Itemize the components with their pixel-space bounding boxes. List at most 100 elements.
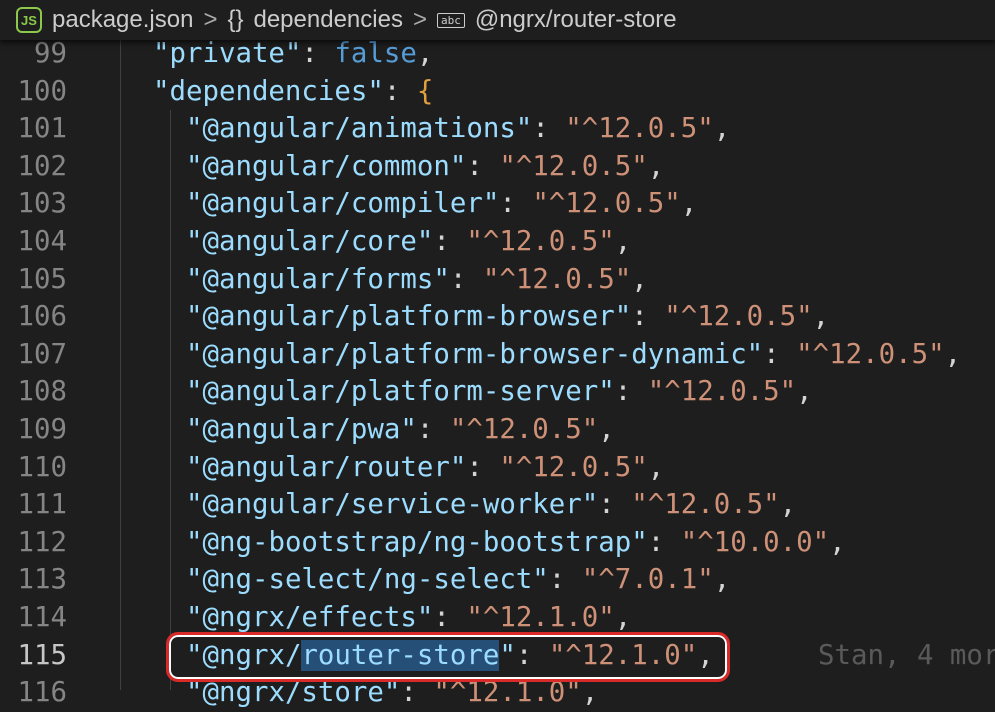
punctuation: , xyxy=(647,150,665,182)
code-text: "@angular/platform-browser-dynamic": "^1… xyxy=(186,336,961,374)
punctuation: , xyxy=(598,413,615,445)
code-text: "@angular/compiler": "^12.0.5", xyxy=(186,185,697,223)
punctuation: : xyxy=(433,225,467,257)
punctuation: , xyxy=(631,263,648,295)
line-number: 102 xyxy=(17,150,67,182)
json-value: "^12.0.5" xyxy=(532,188,681,220)
json-value: "^7.0.1" xyxy=(581,564,714,596)
code-line[interactable]: 100 "dependencies": { xyxy=(0,73,995,111)
line-number: 110 xyxy=(17,451,67,483)
json-value: "^12.0.5" xyxy=(631,489,780,521)
json-value: "^12.0.5" xyxy=(499,451,648,483)
punctuation: : xyxy=(614,376,648,408)
json-key: "dependencies" xyxy=(153,75,384,107)
chevron-right-icon: > xyxy=(412,6,427,33)
punctuation: , xyxy=(614,225,632,257)
code-line[interactable]: 101 "@angular/animations": "^12.0.5", xyxy=(0,110,995,148)
punctuation: , xyxy=(829,526,846,558)
punctuation: , xyxy=(944,338,962,370)
line-number: 113 xyxy=(17,564,67,596)
json-key: "@angular/forms" xyxy=(186,263,450,295)
code-line[interactable]: 109 "@angular/pwa": "^12.0.5", xyxy=(0,411,995,449)
line-number: 107 xyxy=(17,338,67,370)
json-key: "@angular/compiler" xyxy=(186,188,500,220)
code-line[interactable]: 106 "@angular/platform-browser": "^12.0.5… xyxy=(0,298,995,336)
line-number: 115 xyxy=(17,639,67,671)
json-value: "^12.0.5" xyxy=(796,338,945,370)
json-key: "@angular/animations" xyxy=(186,113,533,145)
punctuation: , xyxy=(779,489,797,521)
highlight-annotation xyxy=(166,632,730,682)
json-key: "@ng-select/ng-select" xyxy=(186,564,549,596)
punctuation: : xyxy=(631,301,665,333)
code-line[interactable]: 110 "@angular/router": "^12.0.5", xyxy=(0,449,995,487)
json-value: "^12.0.5" xyxy=(647,376,797,408)
code-text: "dependencies": { xyxy=(153,73,433,111)
punctuation: : xyxy=(647,526,681,558)
punctuation: , xyxy=(713,113,731,145)
json-value: "^12.0.5" xyxy=(664,301,813,333)
json-value: "^12.0.5" xyxy=(449,413,599,445)
punctuation: , xyxy=(614,601,632,633)
json-value: "^12.1.0" xyxy=(466,601,615,633)
breadcrumb-file[interactable]: package.json xyxy=(52,6,193,34)
punctuation: : xyxy=(532,113,566,145)
code-text: "@ng-bootstrap/ng-bootstrap": "^10.0.0", xyxy=(186,524,846,562)
breadcrumb-current[interactable]: @ngrx/router-store xyxy=(475,6,677,34)
punctuation: : xyxy=(763,338,797,370)
code-text: "@angular/platform-server": "^12.0.5", xyxy=(186,373,813,411)
code-line[interactable]: 111 "@angular/service-worker": "^12.0.5", xyxy=(0,486,995,524)
code-editor[interactable]: 99 "private": false, 100 "dependencies": {1… xyxy=(0,35,995,712)
code-text: "@angular/router": "^12.0.5", xyxy=(186,449,664,487)
code-line[interactable]: 108 "@angular/platform-server": "^12.0.5"… xyxy=(0,373,995,411)
line-number: 103 xyxy=(17,188,67,220)
line-number: 108 xyxy=(17,376,67,408)
code-text: "@ngrx/effects": "^12.1.0", xyxy=(186,599,631,637)
json-value: "^12.0.5" xyxy=(565,113,714,145)
code-line[interactable]: 113 "@ng-select/ng-select": "^7.0.1", xyxy=(0,561,995,599)
punctuation: : xyxy=(499,188,533,220)
punctuation: , xyxy=(680,188,698,220)
code-text: "@angular/core": "^12.0.5", xyxy=(186,223,631,261)
json-key: "private" xyxy=(153,38,302,69)
code-text: "@angular/platform-browser": "^12.0.5", xyxy=(186,298,829,336)
line-number: 101 xyxy=(17,113,67,145)
json-value: "^12.0.5" xyxy=(499,150,648,182)
code-text: "@angular/animations": "^12.0.5", xyxy=(186,110,730,148)
line-number: 106 xyxy=(17,301,67,333)
json-value: false xyxy=(334,38,417,69)
punctuation: : xyxy=(466,451,500,483)
json-value: "^12.0.5" xyxy=(466,225,615,257)
punctuation: : xyxy=(416,413,450,445)
string-icon: abc xyxy=(436,12,465,28)
code-line[interactable]: 112 "@ng-bootstrap/ng-bootstrap": "^10.0.… xyxy=(0,524,995,562)
chevron-right-icon: > xyxy=(203,6,218,33)
json-key: "@angular/platform-browser-dynamic" xyxy=(186,338,764,370)
line-number: 112 xyxy=(17,526,67,558)
punctuation: : xyxy=(383,75,417,107)
line-number: 105 xyxy=(17,263,67,295)
punctuation: , xyxy=(713,564,731,596)
code-line[interactable]: 114 "@ngrx/effects": "^12.1.0", xyxy=(0,599,995,637)
code-line[interactable]: 105 "@angular/forms": "^12.0.5", xyxy=(0,261,995,299)
json-key: "@angular/common" xyxy=(186,150,467,182)
code-line[interactable]: 103 "@angular/compiler": "^12.0.5", xyxy=(0,185,995,223)
json-value: "^12.0.5" xyxy=(482,263,632,295)
code-text: "@angular/pwa": "^12.0.5", xyxy=(186,411,615,449)
code-text: "@angular/forms": "^12.0.5", xyxy=(186,261,648,299)
code-line[interactable]: 102 "@angular/common": "^12.0.5", xyxy=(0,148,995,186)
punctuation: : xyxy=(466,150,500,182)
code-line[interactable]: 99 "private": false, xyxy=(0,35,995,73)
json-key: "@angular/platform-server" xyxy=(186,376,615,408)
object-icon: {} xyxy=(227,6,244,33)
punctuation: : xyxy=(449,263,483,295)
json-key: "@angular/router" xyxy=(186,451,467,483)
code-text: "@angular/service-worker": "^12.0.5", xyxy=(186,486,796,524)
breadcrumb-object[interactable]: dependencies xyxy=(253,6,402,34)
git-blame: Stan, 4 mor xyxy=(818,639,995,671)
line-number: 109 xyxy=(17,413,67,445)
punctuation: , xyxy=(647,451,665,483)
code-line[interactable]: 104 "@angular/core": "^12.0.5", xyxy=(0,223,995,261)
punctuation: : xyxy=(433,601,467,633)
code-line[interactable]: 107 "@angular/platform-browser-dynamic": … xyxy=(0,336,995,374)
